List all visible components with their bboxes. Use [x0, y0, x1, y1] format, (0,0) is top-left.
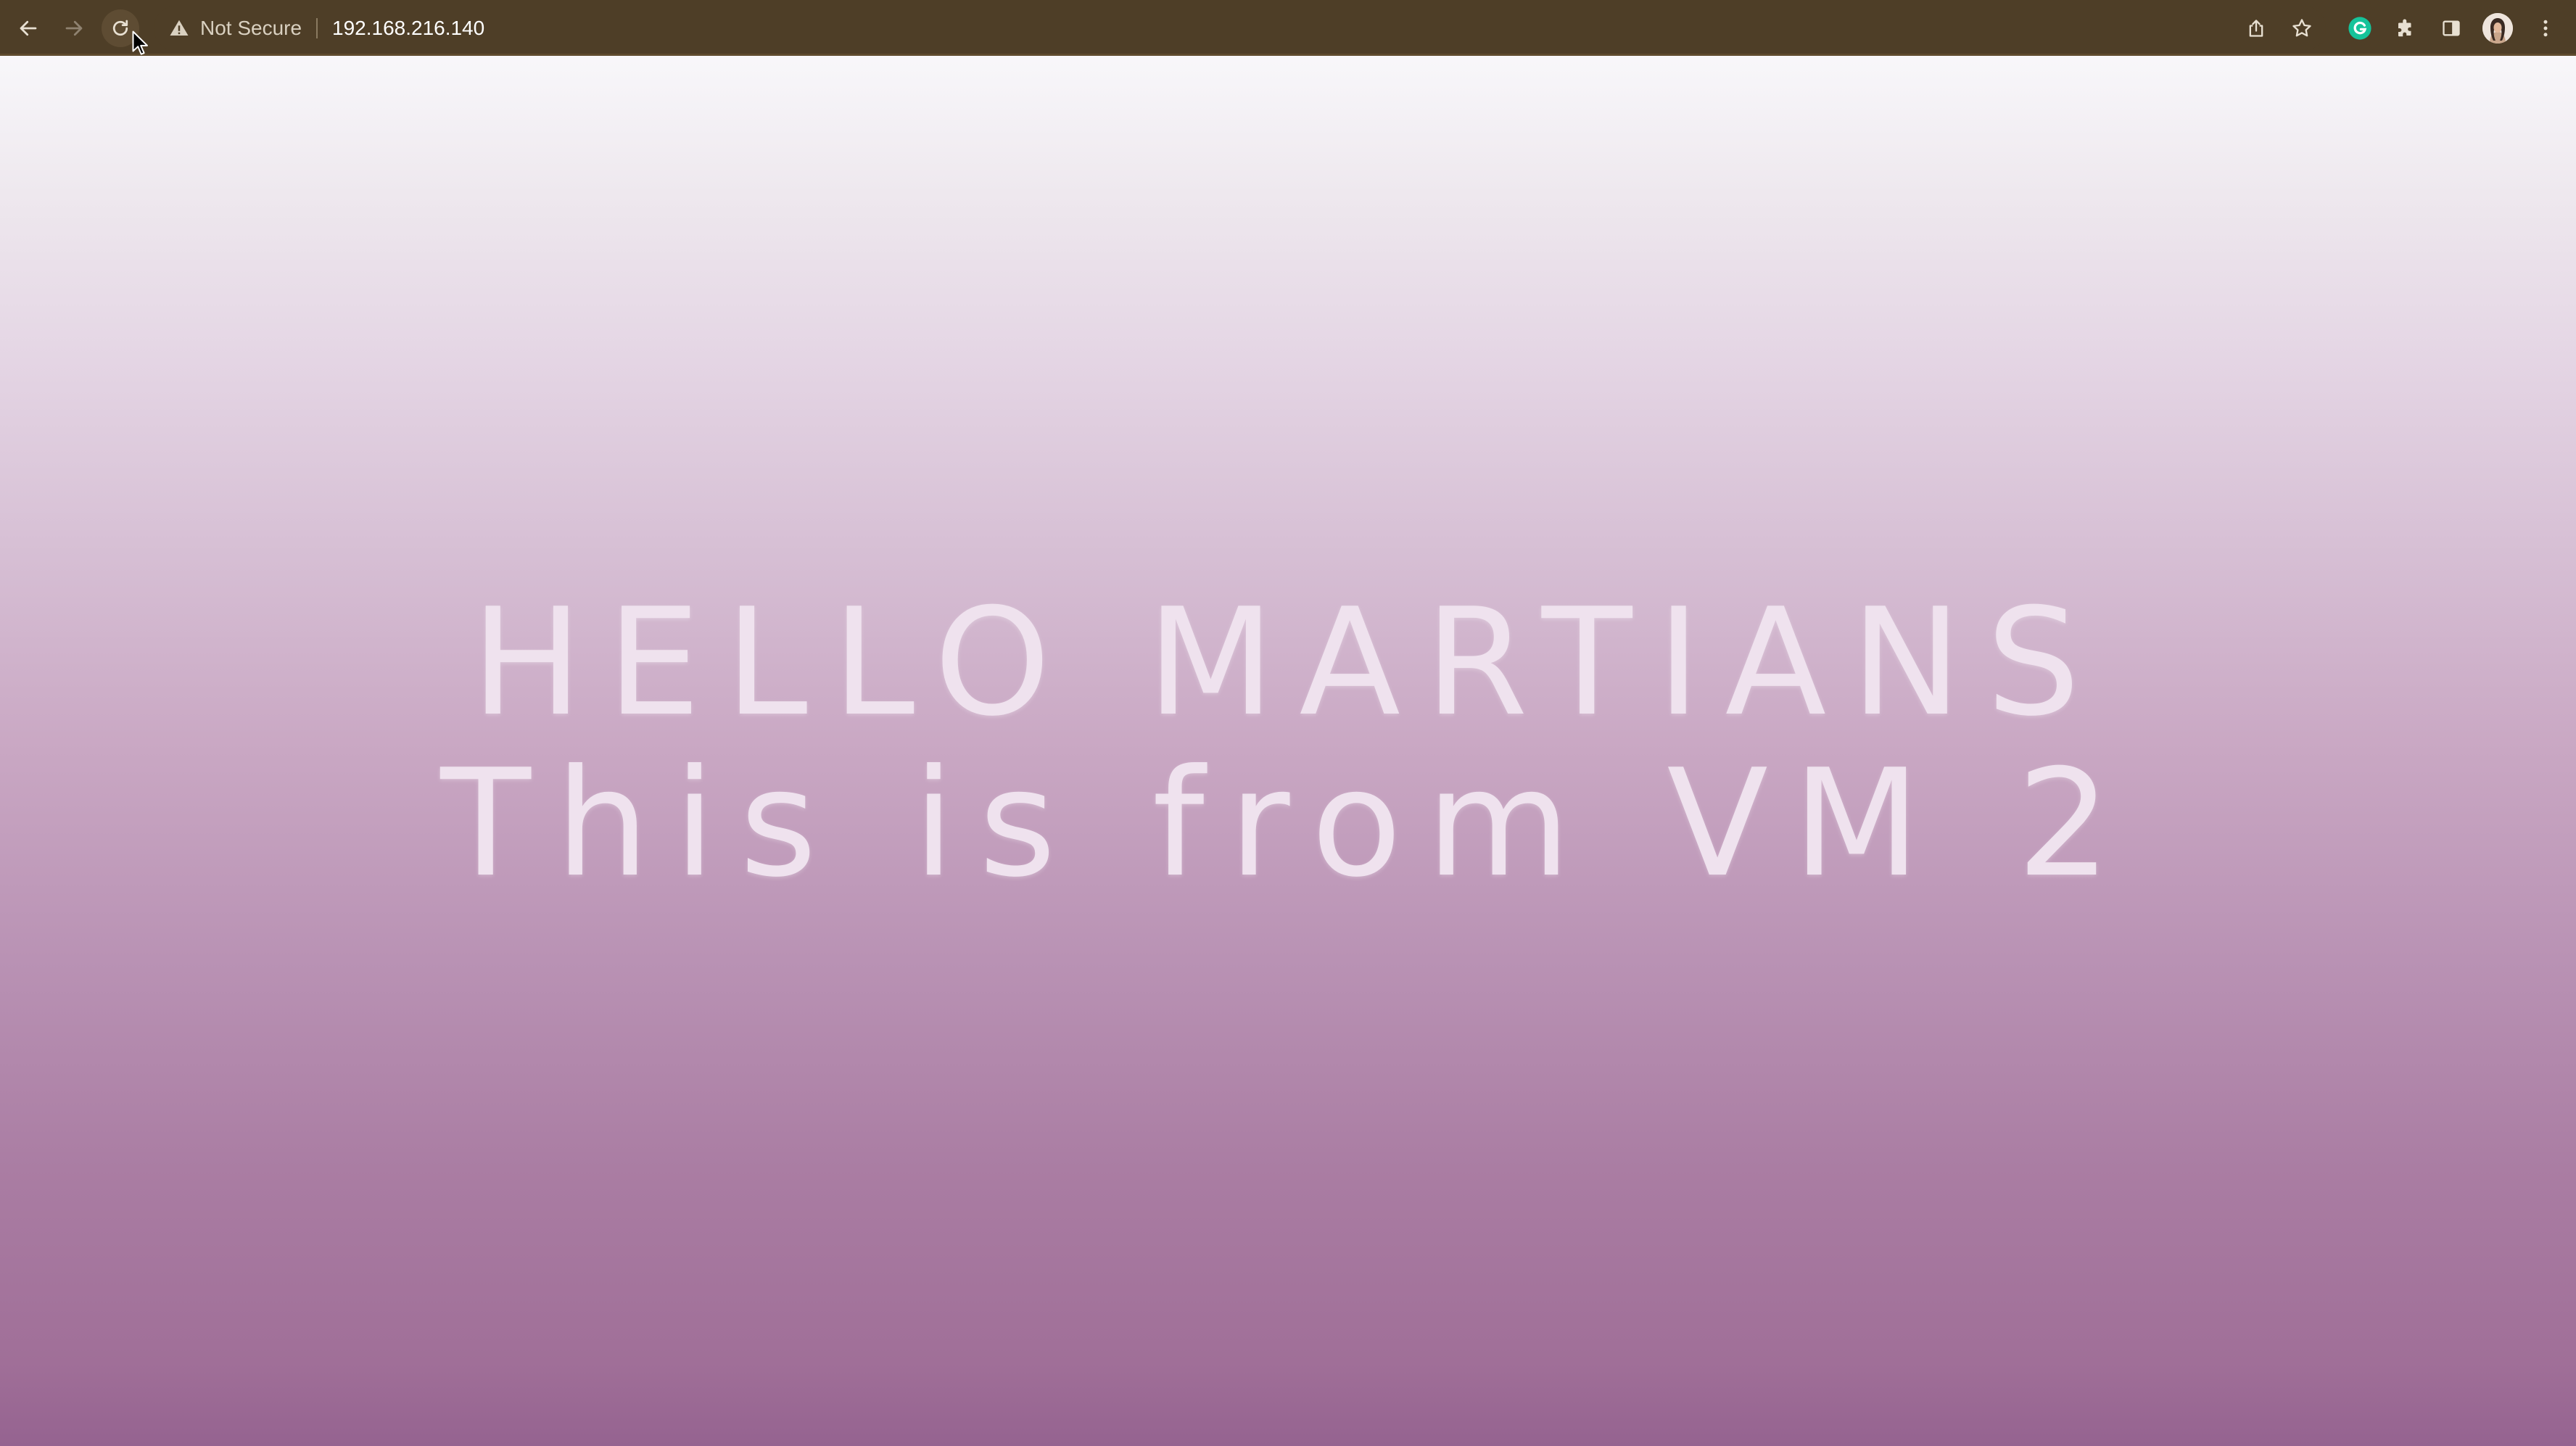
star-icon [2292, 19, 2311, 37]
security-status-label[interactable]: Not Secure [200, 6, 302, 51]
grammarly-extension-button[interactable] [2341, 9, 2379, 47]
grammarly-icon [2348, 17, 2371, 40]
arrow-left-icon [20, 20, 37, 36]
address-bar[interactable]: Not Secure 192.168.216.140 [154, 6, 2326, 51]
bookmark-button[interactable] [2283, 9, 2321, 47]
browser-toolbar: Not Secure 192.168.216.140 [0, 0, 2576, 56]
back-button[interactable] [9, 9, 47, 47]
heading-line-1: HELLO MARTIANS [471, 577, 2105, 749]
avatar [2482, 13, 2513, 44]
heading-line-2: This is from VM 2 [440, 738, 2136, 910]
profile-picture-icon [2482, 13, 2513, 44]
kebab-menu-icon [2543, 20, 2548, 37]
web-page-content: HELLO MARTIANS This is from VM 2 [0, 56, 2576, 1446]
puzzle-icon [2398, 19, 2411, 37]
warning-triangle-icon[interactable] [168, 17, 190, 39]
share-icon [2249, 20, 2263, 37]
profile-button[interactable] [2479, 9, 2517, 47]
browser-menu-button[interactable] [2527, 9, 2564, 47]
extensions-button[interactable] [2387, 9, 2424, 47]
arrow-right-icon [65, 20, 83, 36]
forward-button[interactable] [55, 9, 93, 47]
omnibox-divider [316, 18, 318, 38]
reload-icon [112, 20, 128, 36]
share-button[interactable] [2237, 9, 2275, 47]
side-panel-button[interactable] [2432, 9, 2470, 47]
mouse-cursor-icon [132, 30, 148, 55]
side-panel-icon [2443, 20, 2460, 36]
url-text[interactable]: 192.168.216.140 [332, 6, 484, 51]
